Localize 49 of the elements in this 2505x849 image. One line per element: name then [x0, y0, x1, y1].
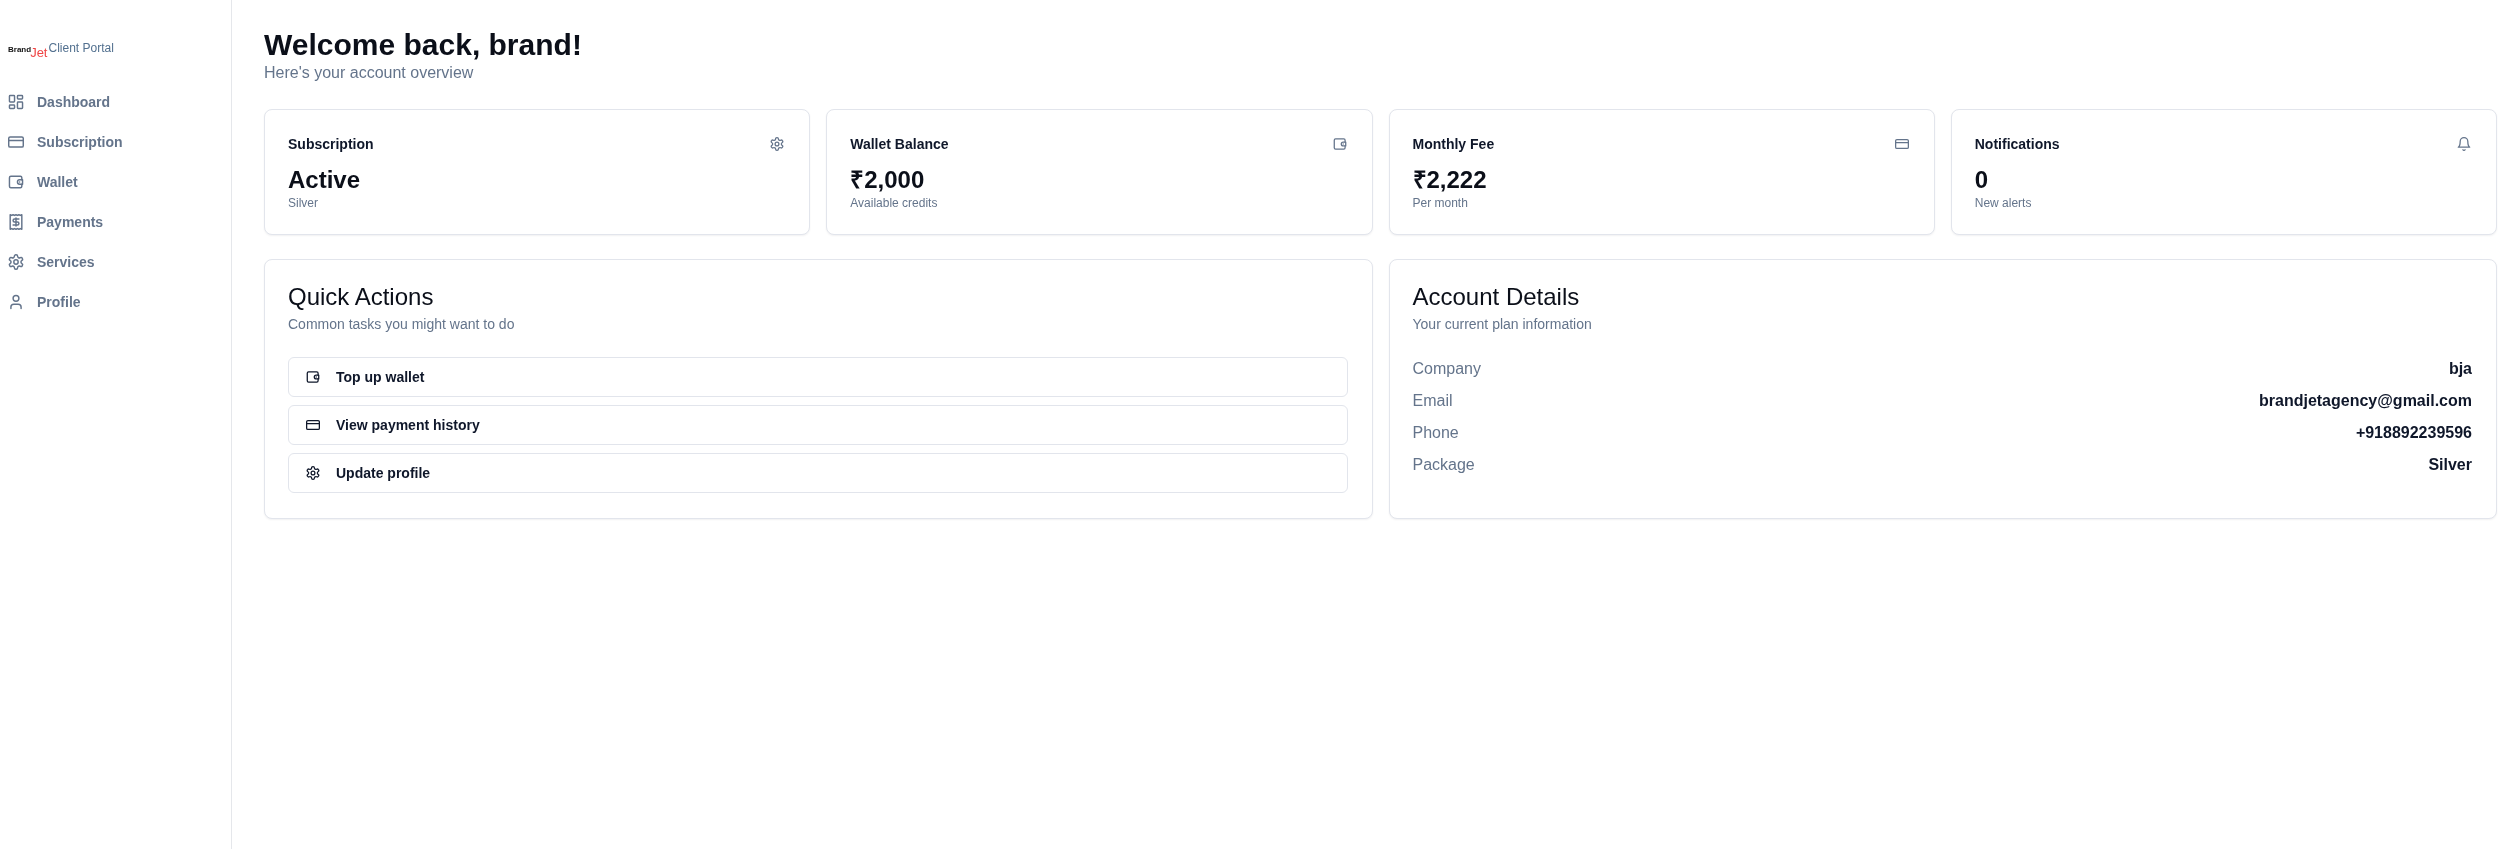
bell-icon — [2457, 137, 2471, 151]
portal-subtitle: Client Portal — [48, 40, 114, 56]
page-subtitle: Here's your account overview — [264, 63, 474, 83]
grid-icon — [8, 94, 24, 110]
page-title: Welcome back, brand! — [264, 27, 582, 63]
wallet-icon — [306, 370, 320, 384]
panel-title: Quick Actions — [288, 282, 434, 312]
stat-caption: Silver — [288, 195, 318, 211]
stat-value: 0 — [1974, 166, 1989, 194]
detail-value: bja — [2448, 360, 2472, 378]
wallet-icon — [8, 174, 24, 190]
wallet-icon — [1332, 137, 1347, 151]
stat-value: ₹2,222 — [1412, 166, 1487, 194]
credit-card-icon — [8, 134, 24, 150]
detail-value: Silver — [2428, 456, 2472, 474]
stat-title: Notifications — [1974, 136, 2060, 152]
credit-card-icon — [306, 418, 320, 432]
settings-icon — [8, 254, 24, 270]
stat-caption: New alerts — [1974, 195, 2032, 211]
receipt-icon — [8, 214, 24, 230]
sidebar-item[interactable]: Wallet — [0, 162, 231, 202]
stat-caption: Per month — [1412, 195, 1468, 211]
detail-label: Company — [1412, 360, 1481, 378]
stat-value: Active — [288, 166, 361, 194]
detail-value: +918892239596 — [2355, 424, 2472, 442]
sidebar-item[interactable]: Services — [0, 242, 231, 282]
detail-label: Email — [1412, 392, 1453, 410]
detail-label: Phone — [1412, 424, 1459, 442]
detail-value: brandjetagency@gmail.com — [2259, 392, 2472, 410]
credit-card-icon — [1894, 137, 1909, 151]
settings-icon — [770, 137, 785, 151]
sidebar-item[interactable]: Dashboard — [0, 82, 231, 122]
user-icon — [8, 294, 24, 310]
panel-title: Account Details — [1412, 282, 1580, 312]
sidebar-item[interactable]: Subscription — [0, 122, 231, 162]
sidebar-item[interactable]: Payments — [0, 202, 231, 242]
stat-value: ₹2,000 — [850, 166, 925, 194]
stat-title: Wallet Balance — [850, 136, 949, 152]
detail-label: Package — [1412, 456, 1475, 474]
sidebar-item[interactable]: Profile — [0, 282, 231, 322]
panel-subtitle: Common tasks you might want to do — [288, 315, 515, 334]
stat-title: Subscription — [288, 136, 374, 152]
action-button[interactable]: Top up wallet — [288, 357, 1348, 397]
panel-subtitle: Your current plan information — [1412, 315, 1592, 334]
action-button[interactable]: View payment history — [288, 405, 1348, 445]
settings-icon — [306, 466, 320, 480]
action-button[interactable]: Update profile — [288, 453, 1348, 493]
stat-title: Monthly Fee — [1412, 136, 1495, 152]
stat-caption: Available credits — [850, 195, 938, 211]
